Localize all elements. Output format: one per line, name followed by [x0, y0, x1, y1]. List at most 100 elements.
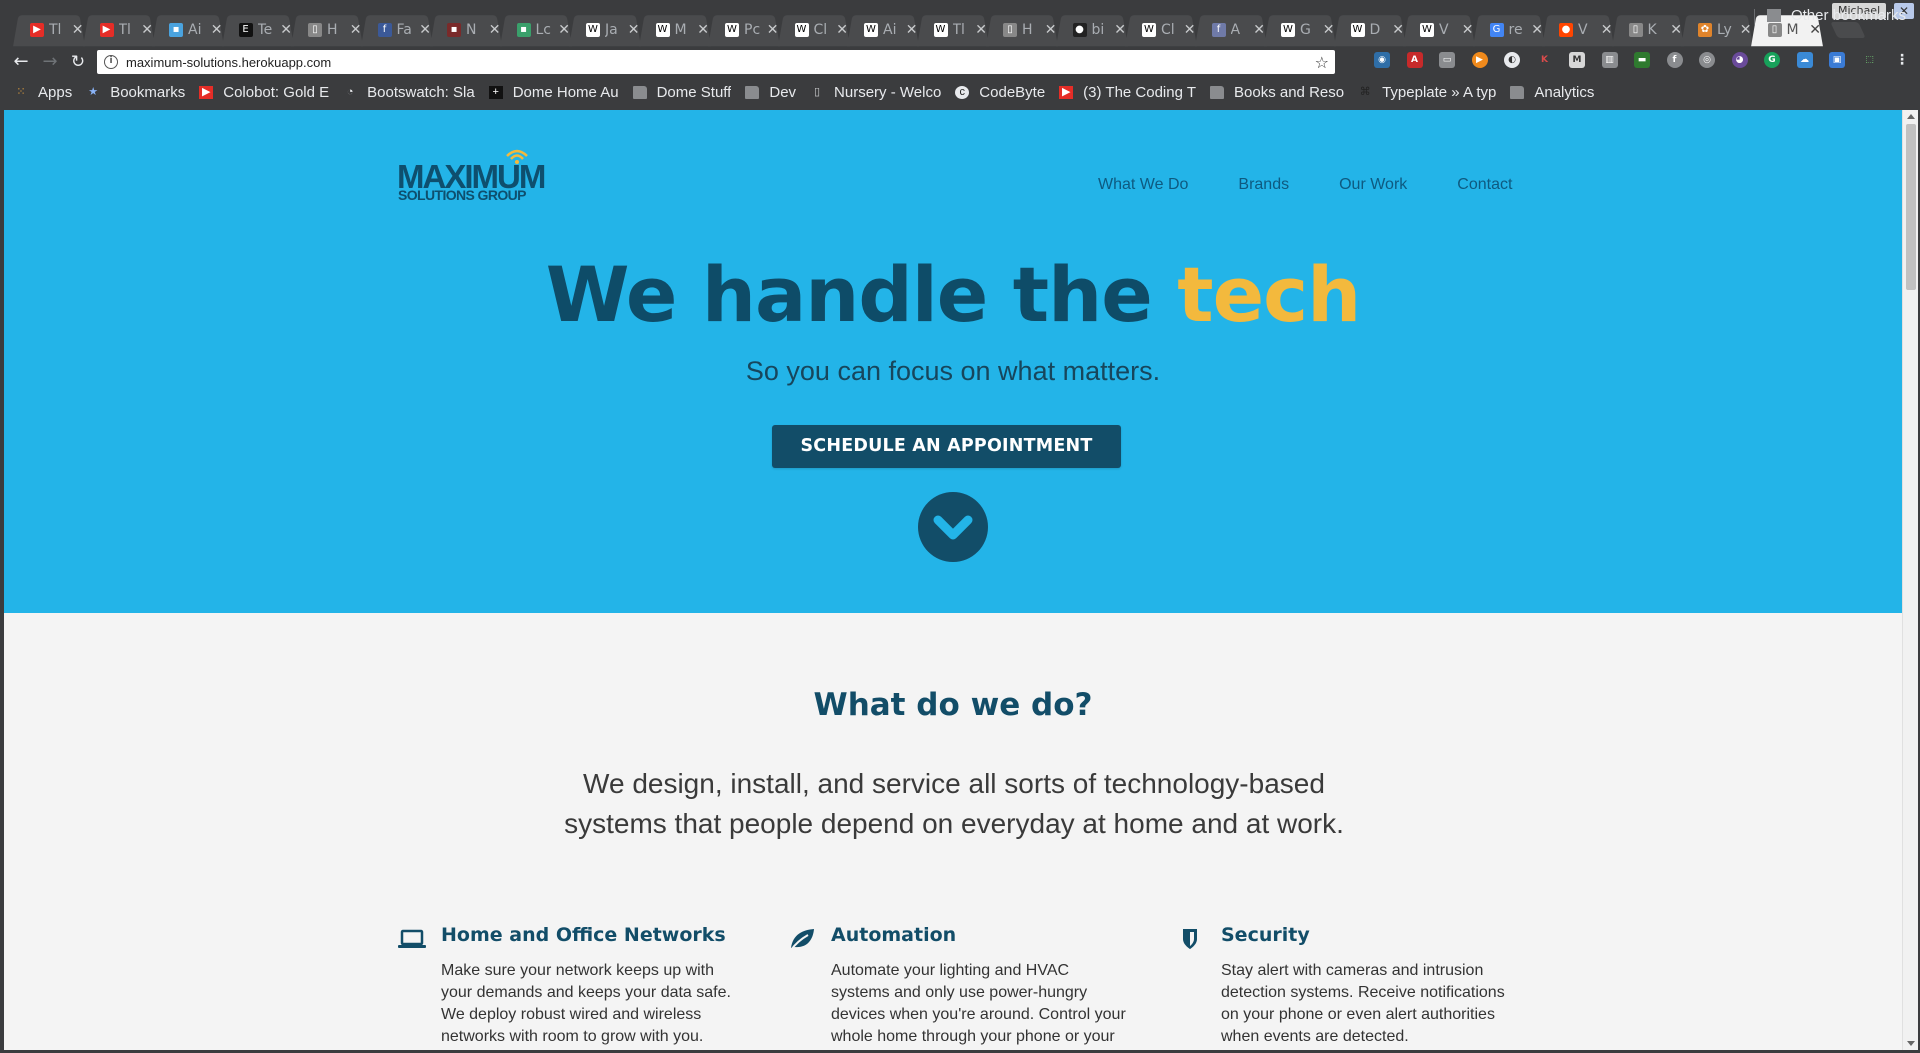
- browser-tab[interactable]: W Cl ✕: [779, 14, 848, 45]
- extension-icon[interactable]: ▭: [1439, 52, 1455, 68]
- browser-tab[interactable]: W G ✕: [1265, 14, 1335, 45]
- bookmark-item[interactable]: ◔ Bootswatch: Sla: [343, 84, 475, 101]
- tab-close-icon[interactable]: ✕: [767, 22, 779, 38]
- extension-icon[interactable]: ▶: [1471, 52, 1488, 68]
- extension-icon[interactable]: f: [1666, 52, 1683, 68]
- adblock-icon[interactable]: A: [1406, 52, 1423, 68]
- nav-our-work[interactable]: Our Work: [1339, 176, 1407, 194]
- browser-tab[interactable]: Gre ✕: [1474, 14, 1543, 45]
- site-info-icon[interactable]: i: [104, 55, 118, 69]
- browser-tab[interactable]: W V ✕: [1404, 14, 1474, 45]
- site-logo[interactable]: MAXIMUM SOLUTIONS GROUP: [397, 149, 567, 210]
- browser-tab[interactable]: ✿ Ly ✕: [1682, 14, 1752, 45]
- tab-close-icon[interactable]: ✕: [1184, 22, 1196, 38]
- new-tab-button[interactable]: [1830, 22, 1866, 38]
- tab-close-icon[interactable]: ✕: [1253, 22, 1265, 38]
- schedule-appointment-button[interactable]: SCHEDULE AN APPOINTMENT: [772, 425, 1121, 468]
- browser-tab[interactable]: E Te ✕: [223, 14, 292, 45]
- tab-close-icon[interactable]: ✕: [1462, 22, 1474, 38]
- bookmark-item[interactable]: ▶ Colobot: Gold E: [199, 84, 329, 101]
- nav-what-we-do[interactable]: What We Do: [1098, 176, 1188, 194]
- nav-contact[interactable]: Contact: [1457, 176, 1512, 194]
- bookmark-item[interactable]: Dome Stuff: [632, 84, 731, 101]
- browser-tab[interactable]: W Cl ✕: [1126, 14, 1196, 45]
- tab-close-icon[interactable]: ✕: [1323, 22, 1335, 38]
- tab-close-icon[interactable]: ✕: [1531, 22, 1543, 38]
- grammarly-icon[interactable]: G: [1764, 52, 1780, 68]
- bookmark-item[interactable]: Dev: [745, 84, 796, 101]
- tab-close-icon[interactable]: ✕: [72, 22, 84, 38]
- tab-close-icon[interactable]: ✕: [1670, 22, 1682, 38]
- browser-tab[interactable]: ▪ N ✕: [431, 14, 501, 45]
- page-scrollbar[interactable]: [1902, 110, 1918, 1050]
- tab-close-icon[interactable]: ✕: [1045, 22, 1057, 38]
- tab-close-icon[interactable]: ✕: [1740, 22, 1752, 38]
- browser-tab[interactable]: ▯ H ✕: [987, 14, 1057, 45]
- tab-close-icon[interactable]: ✕: [211, 22, 223, 38]
- extension-icon[interactable]: M: [1569, 52, 1585, 68]
- tab-close-icon[interactable]: ✕: [1601, 22, 1613, 38]
- bookmark-item[interactable]: ▯ Nursery - Welco: [810, 84, 941, 101]
- browser-tab[interactable]: f Fa ✕: [362, 14, 431, 45]
- extension-icon[interactable]: ◉: [1374, 52, 1390, 68]
- extension-icon[interactable]: ▬: [1634, 52, 1650, 68]
- nav-brands[interactable]: Brands: [1238, 176, 1289, 194]
- extension-icon[interactable]: K: [1537, 52, 1553, 68]
- browser-tab[interactable]: ▶ Tl ✕: [14, 14, 84, 45]
- bookmark-star-icon[interactable]: ☆: [1315, 53, 1329, 72]
- extension-icon[interactable]: ◕: [1731, 52, 1748, 68]
- tab-close-icon[interactable]: ✕: [419, 22, 431, 38]
- bookmark-item[interactable]: ★ Bookmarks: [86, 84, 185, 101]
- scroll-down-arrow[interactable]: [1907, 1041, 1915, 1046]
- tab-close-icon[interactable]: ✕: [489, 22, 501, 38]
- browser-tab[interactable]: ▯ H ✕: [292, 14, 362, 45]
- bookmark-item[interactable]: Books and Reso: [1210, 84, 1344, 101]
- bookmark-item[interactable]: Analytics: [1510, 84, 1594, 101]
- extension-icon[interactable]: ▥: [1601, 52, 1618, 68]
- scrollbar-thumb[interactable]: [1906, 124, 1916, 290]
- extension-icon[interactable]: ⬚: [1862, 52, 1878, 68]
- tab-close-icon[interactable]: ✕: [628, 22, 640, 38]
- browser-tab[interactable]: W D ✕: [1335, 14, 1404, 45]
- forward-button[interactable]: →: [39, 51, 61, 73]
- tab-close-icon[interactable]: ✕: [350, 22, 362, 38]
- tab-close-icon[interactable]: ✕: [975, 22, 987, 38]
- extension-icon[interactable]: ◐: [1504, 52, 1520, 68]
- extension-icon[interactable]: ▣: [1829, 52, 1845, 68]
- browser-tab[interactable]: ▪ Ai ✕: [153, 14, 223, 45]
- scroll-down-button[interactable]: [918, 492, 988, 562]
- tab-close-icon[interactable]: ✕: [1392, 22, 1404, 38]
- extension-icon[interactable]: ◎: [1699, 52, 1715, 68]
- browser-tab[interactable]: W Pc ✕: [709, 14, 779, 45]
- tab-close-icon[interactable]: ✕: [558, 22, 570, 38]
- extension-icon[interactable]: ☁: [1796, 52, 1813, 68]
- bookmark-item[interactable]: ▶ (3) The Coding T: [1059, 84, 1196, 101]
- url-text[interactable]: maximum-solutions.herokuapp.com: [126, 55, 1315, 70]
- scroll-up-arrow[interactable]: [1907, 114, 1915, 119]
- browser-tab[interactable]: W Ai ✕: [848, 14, 918, 45]
- browser-tab[interactable]: W M ✕: [640, 14, 709, 45]
- bookmark-item[interactable]: ⁙ Apps: [14, 84, 72, 101]
- browser-tab[interactable]: W Ja ✕: [570, 14, 640, 45]
- tab-close-icon[interactable]: ✕: [1114, 22, 1126, 38]
- browser-tab[interactable]: ▪ Lc ✕: [501, 14, 570, 45]
- address-bar[interactable]: i maximum-solutions.herokuapp.com ☆: [97, 50, 1335, 74]
- tab-close-icon[interactable]: ✕: [836, 22, 848, 38]
- browser-tab[interactable]: ● bi ✕: [1057, 14, 1126, 45]
- browser-tab[interactable]: ▶ Tl ✕: [84, 14, 153, 45]
- tab-close-icon[interactable]: ✕: [141, 22, 153, 38]
- bookmark-item[interactable]: c CodeByte: [955, 84, 1045, 101]
- tab-close-icon[interactable]: ✕: [1809, 22, 1821, 38]
- browser-tab[interactable]: W Tl ✕: [918, 14, 987, 45]
- menu-icon[interactable]: ⋮: [1894, 52, 1910, 68]
- tab-close-icon[interactable]: ✕: [906, 22, 918, 38]
- bookmark-item[interactable]: + Dome Home Au: [488, 84, 619, 101]
- browser-tab[interactable]: f A ✕: [1196, 14, 1265, 45]
- browser-tab[interactable]: ▯ K ✕: [1613, 14, 1682, 45]
- bookmark-item[interactable]: ⌘ Typeplate » A typ: [1358, 84, 1497, 101]
- browser-tab[interactable]: ● V ✕: [1543, 14, 1613, 45]
- tab-close-icon[interactable]: ✕: [280, 22, 292, 38]
- back-button[interactable]: ←: [10, 51, 32, 73]
- tab-close-icon[interactable]: ✕: [697, 22, 709, 38]
- reload-button[interactable]: ↻: [67, 51, 89, 73]
